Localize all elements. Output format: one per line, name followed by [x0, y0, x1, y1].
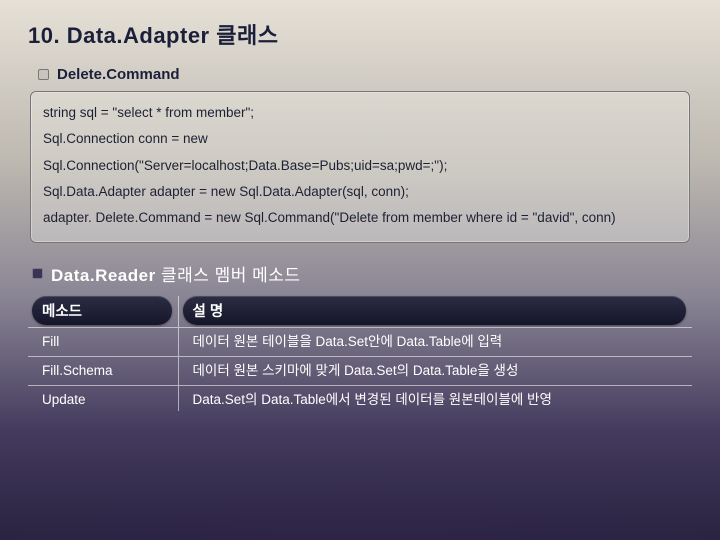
cell-method: Fill	[28, 327, 178, 356]
bullet-icon	[32, 268, 43, 279]
code-line: Sql.Connection conn = new	[43, 126, 677, 152]
code-line: Sql.Connection("Server=localhost;Data.Ba…	[43, 153, 677, 179]
table-row: Update Data.Set의 Data.Table에서 변경된 데이터를 원…	[28, 386, 692, 412]
cell-desc: 데이터 원본 테이블을 Data.Set안에 Data.Table에 입력	[178, 327, 692, 356]
code-box: string sql = "select * from member"; Sql…	[30, 91, 690, 243]
section2-title: Data.Reader 클래스 멤버 메소드	[51, 261, 301, 286]
subtitle-row: Delete.Command	[38, 66, 692, 83]
slide: 10. Data.Adapter 클래스 Delete.Command stri…	[0, 0, 720, 540]
section2-rest: 클래스 멤버 메소드	[156, 266, 301, 285]
code-line: string sql = "select * from member";	[43, 100, 677, 126]
section2-row: Data.Reader 클래스 멤버 메소드	[32, 261, 692, 286]
cell-method: Update	[28, 386, 178, 412]
table-header-row: 메소드 설 명	[28, 296, 692, 328]
table-header-desc: 설 명	[178, 296, 692, 328]
section2-bold: Data.Reader	[51, 266, 156, 285]
page-title: 10. Data.Adapter 클래스	[28, 18, 692, 50]
header-pill	[183, 296, 687, 325]
bullet-icon	[38, 69, 49, 80]
table-header-method: 메소드	[28, 296, 178, 328]
table-row: Fill 데이터 원본 테이블을 Data.Set안에 Data.Table에 …	[28, 327, 692, 356]
cell-desc: Data.Set의 Data.Table에서 변경된 데이터를 원본테이블에 반…	[178, 386, 692, 412]
method-table: 메소드 설 명 Fill 데이터 원본 테이블을 Data.Set안에 Data…	[28, 296, 692, 412]
cell-desc: 데이터 원본 스키마에 맞게 Data.Set의 Data.Table을 생성	[178, 356, 692, 385]
subtitle: Delete.Command	[57, 66, 180, 83]
code-line: adapter. Delete.Command = new Sql.Comman…	[43, 205, 677, 231]
table-row: Fill.Schema 데이터 원본 스키마에 맞게 Data.Set의 Dat…	[28, 356, 692, 385]
code-line: Sql.Data.Adapter adapter = new Sql.Data.…	[43, 179, 677, 205]
cell-method: Fill.Schema	[28, 356, 178, 385]
